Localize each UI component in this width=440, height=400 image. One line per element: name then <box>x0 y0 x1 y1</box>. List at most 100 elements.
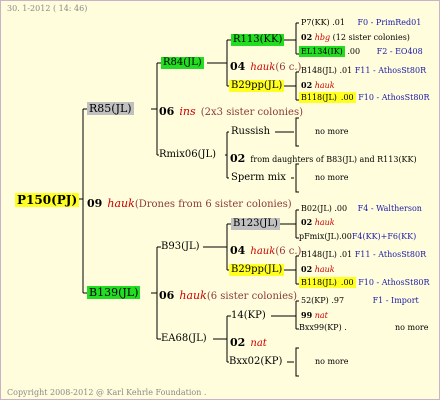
root-info: 09 hauk(Drones from 6 sister colonies) <box>87 194 292 210</box>
gen2-a-breeder: hauk <box>250 62 276 73</box>
gen4-b118b: B118(JL) .00 F10 - AthosSt80R <box>299 277 430 288</box>
root-breeder: hauk <box>107 197 135 210</box>
gen2-d-year: 02 <box>230 336 246 349</box>
root-note: (Drones from 6 sister colonies) <box>134 199 292 210</box>
gen4-bxx99: Bxx99(KP) . <box>299 324 347 332</box>
gen4-bxx99-name[interactable]: Bxx99(KP) <box>299 323 342 332</box>
gen4-kp52-sub-year: 99 <box>301 310 313 320</box>
gen4-b148b-sub: 02 hauk <box>301 265 335 274</box>
gen4-p7-sub-year: 02 <box>301 32 313 42</box>
gen4-b118a: B118(JL) .00 F10 - AthosSt80R <box>299 92 430 103</box>
gen3-bxx02-queen[interactable]: Bxx02(KP) <box>229 357 282 367</box>
gen3-b29a-queen[interactable]: B29pp(JL) <box>229 80 285 92</box>
nomore-sperm: no more <box>315 173 349 182</box>
gen4-b148a-sub-year: 02 <box>301 80 313 90</box>
gen1-bottom-note: (6 sister colonies) <box>206 291 298 302</box>
gen4-p7-name[interactable]: P7(KK) <box>301 18 330 27</box>
pedigree-page: { "header": { "date": "30. 1-2012 ( 14: … <box>0 0 440 400</box>
gen4-b02: B02(JL) .00 F4 - Waltherson <box>301 205 422 213</box>
gen4-el134-name[interactable]: EL134(IK) <box>299 46 345 57</box>
gen1-bottom-queen[interactable]: B139(JL) <box>87 286 141 299</box>
gen4-el134: EL134(IK) .00 F2 - EO408 <box>299 46 423 57</box>
gen4-pfmix-note: F4(KK)+F6(KK) <box>351 232 417 241</box>
nomore-bxx02: no more <box>315 357 349 366</box>
gen4-kp52-note: F1 - Import <box>372 296 419 305</box>
gen2-a-queen[interactable]: R84(JL) <box>161 57 204 69</box>
gen1-top-breeder: ins <box>179 105 196 118</box>
gen4-kp52-sub-breeder: nat <box>314 311 328 320</box>
gen1-top-note: (2x3 sister colonies) <box>200 107 303 118</box>
gen2-b-queen[interactable]: Rmix06(JL) <box>159 150 216 160</box>
gen2-d-info: 02 nat <box>230 333 267 349</box>
gen2-a-info: 04 hauk(6 c.) <box>230 57 301 73</box>
gen4-b118b-name[interactable]: B118(JL) <box>299 277 339 288</box>
gen3-sperm-mix[interactable]: Sperm mix <box>231 173 286 183</box>
gen4-p7-sub-note: (12 sister colonies) <box>332 33 410 42</box>
gen1-top-info: 06 ins (2x3 sister colonies) <box>159 102 303 118</box>
gen1-bottom-year: 06 <box>159 289 175 302</box>
gen4-b148b-sub-year: 02 <box>301 264 313 274</box>
gen4-b148a: B148(JL) .01 F11 - AthosSt80R <box>301 67 426 75</box>
gen2-b-info: 02 from daughters of B83(JL) and R113(KK… <box>230 149 417 165</box>
gen4-kp52-name[interactable]: 52(KP) <box>301 296 329 305</box>
gen4-p7: P7(KK) .01 F0 - PrimRed01 <box>301 19 421 27</box>
gen4-kp52-sub: 99 nat <box>301 311 328 320</box>
gen4-pfmix-name[interactable]: pFmix(JL) <box>299 232 339 241</box>
date-stamp: 30. 1-2012 ( 14: 46) <box>7 4 88 13</box>
gen2-b-note: from daughters of B83(JL) and R113(KK) <box>250 155 417 164</box>
gen4-pfmix: pFmix(JL).00F4(KK)+F6(KK) <box>299 233 416 241</box>
gen4-b02-sub-breeder: hauk <box>314 218 335 227</box>
gen4-b02-note: F4 - Waltherson <box>357 204 422 213</box>
gen3-kp14-queen[interactable]: 14(KP) <box>231 311 266 321</box>
gen2-a-year: 04 <box>230 60 246 73</box>
gen1-top-year: 06 <box>159 105 175 118</box>
gen3-russish[interactable]: Russish <box>231 127 270 137</box>
gen4-p7-sub: 02 hbg (12 sister colonies) <box>301 33 410 42</box>
gen4-p7-sub-breeder: hbg <box>314 33 331 42</box>
gen3-r113-queen[interactable]: R113(KK) <box>231 34 285 46</box>
gen2-d-queen[interactable]: EA68(JL) <box>161 334 207 344</box>
gen1-top-queen[interactable]: R85(JL) <box>87 102 134 115</box>
nomore-russish: no more <box>315 127 349 136</box>
gen3-b123-queen[interactable]: B123(JL) <box>231 218 280 230</box>
root-queen[interactable]: P150(PJ) <box>15 193 80 207</box>
copyright: Copyright 2008-2012 @ Karl Kehrle Founda… <box>7 388 207 397</box>
gen2-d-breeder: nat <box>250 338 267 349</box>
gen4-p7-note: F0 - PrimRed01 <box>357 18 422 27</box>
gen1-bottom-breeder: hauk <box>179 289 207 302</box>
nomore-bxx99: no more <box>395 323 429 332</box>
gen4-b02-name[interactable]: B02(JL) <box>301 204 332 213</box>
gen4-b02-year: .00 <box>334 204 348 213</box>
gen4-b118a-note: F10 - AthosSt80R <box>358 93 430 102</box>
gen4-pfmix-year: .00 <box>339 232 352 241</box>
gen2-c-year: 04 <box>230 244 246 257</box>
gen4-b02-sub: 02 hauk <box>301 218 335 227</box>
gen2-a-note: (6 c.) <box>275 62 302 73</box>
gen4-b148b-sub-breeder: hauk <box>314 265 335 274</box>
gen4-b02-sub-year: 02 <box>301 217 313 227</box>
gen2-c-queen[interactable]: B93(JL) <box>161 242 200 252</box>
gen3-b29b-queen[interactable]: B29pp(JL) <box>229 264 285 276</box>
gen4-kp52: 52(KP) .97 F1 - Import <box>301 297 419 305</box>
gen1-bottom-info: 06 hauk(6 sister colonies) <box>159 286 297 302</box>
gen4-b148a-name[interactable]: B148(JL) <box>301 66 337 75</box>
gen4-b148a-note: F11 - AthosSt80R <box>354 66 427 75</box>
gen4-b148a-sub: 02 hauk <box>301 81 335 90</box>
gen4-el134-year: .00 <box>347 47 361 56</box>
gen4-b118b-year: .00 <box>338 277 356 288</box>
gen2-b-year: 02 <box>230 152 246 165</box>
gen4-b148a-sub-breeder: hauk <box>314 81 335 90</box>
gen4-b148a-year: .01 <box>339 66 353 75</box>
gen4-b118a-name[interactable]: B118(JL) <box>299 92 339 103</box>
gen4-bxx99-year: . <box>344 323 347 332</box>
gen2-c-breeder: hauk <box>250 246 276 257</box>
gen4-el134-note: F2 - EO408 <box>376 47 423 56</box>
root-year: 09 <box>87 197 103 210</box>
gen4-b148b-note: F11 - AthosSt80R <box>354 250 427 259</box>
gen2-c-info: 04 hauk(6 c.) <box>230 241 301 257</box>
gen4-b148b-name[interactable]: B148(JL) <box>301 250 337 259</box>
gen4-b148b-year: .01 <box>339 250 353 259</box>
gen4-kp52-year: .97 <box>331 296 345 305</box>
gen2-c-note: (6 c.) <box>275 246 302 257</box>
gen4-b148b: B148(JL) .01 F11 - AthosSt80R <box>301 251 426 259</box>
